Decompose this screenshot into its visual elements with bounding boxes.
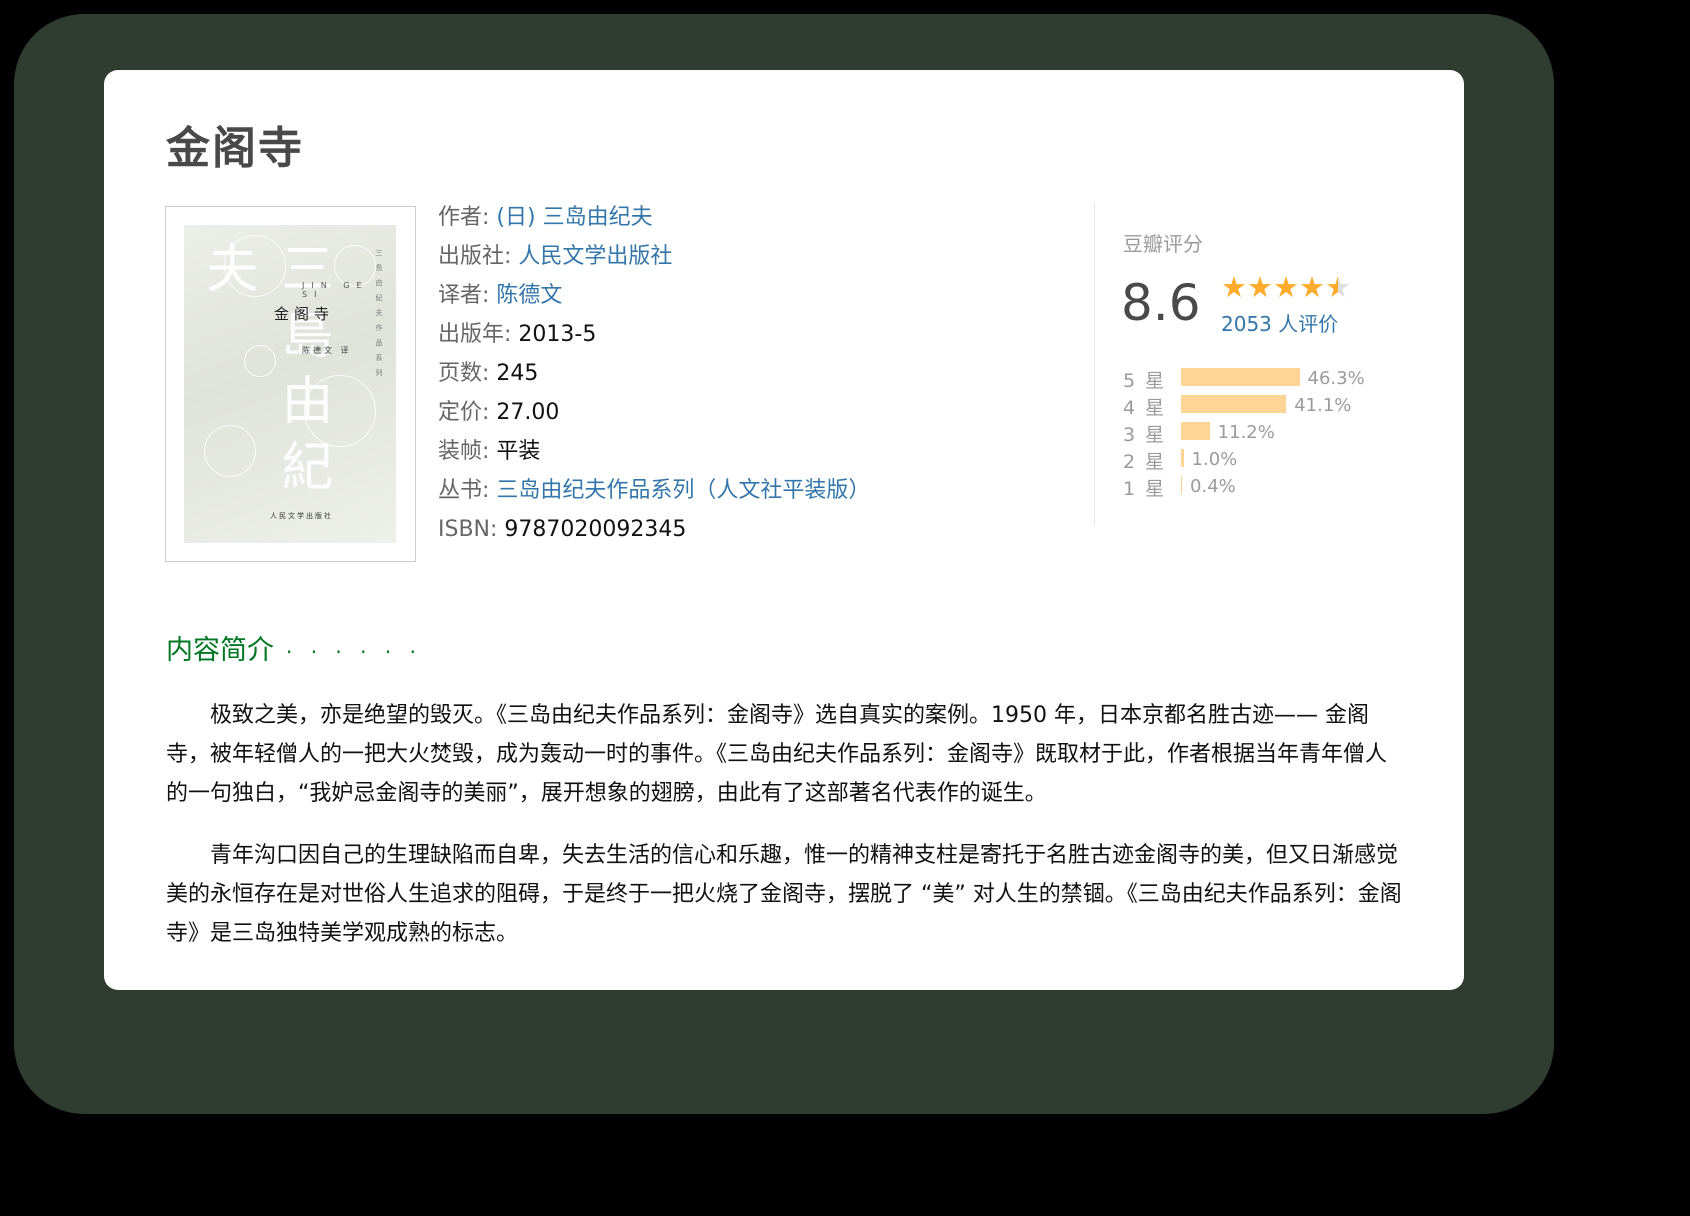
- publisher-label: 出版社:: [438, 244, 512, 269]
- rating-stars: ★★★★★: [1221, 272, 1351, 302]
- price-label: 定价:: [438, 400, 490, 425]
- intro-heading-dots: · · · · · ·: [286, 640, 422, 664]
- cover-series: 三島由紀夫作品系列: [375, 249, 383, 384]
- info-isbn: ISBN: 9787020092345: [438, 516, 870, 555]
- rating-bar-row: 2 星 1.0%: [1123, 445, 1403, 473]
- rating-title: 豆瓣评分: [1123, 232, 1203, 256]
- info-price: 定价: 27.00: [438, 399, 870, 438]
- pubyear-label: 出版年:: [438, 322, 512, 347]
- rating-bar-fill: [1181, 368, 1300, 386]
- price-value: 27.00: [496, 400, 560, 425]
- star-icon: ★: [1299, 270, 1325, 304]
- rating-score: 8.6: [1121, 274, 1201, 332]
- star-icon: ★: [1273, 270, 1299, 304]
- rating-bar-percent: 46.3%: [1307, 368, 1365, 389]
- rating-bar-row: 4 星 41.1%: [1123, 391, 1403, 419]
- series-label: 丛书:: [438, 478, 490, 503]
- translator-label: 译者:: [438, 283, 490, 308]
- isbn-label: ISBN:: [438, 517, 498, 542]
- rating-bar-label: 5 星: [1123, 370, 1167, 392]
- pages-label: 页数:: [438, 361, 490, 386]
- author-link[interactable]: (日) 三岛由纪夫: [496, 205, 652, 230]
- rating-bar-row: 1 星 0.4%: [1123, 472, 1403, 500]
- rating-bar-label: 4 星: [1123, 397, 1167, 419]
- translator-link[interactable]: 陈德文: [496, 283, 562, 308]
- rating-bar-fill: [1181, 422, 1210, 440]
- author-label: 作者:: [438, 205, 490, 230]
- rating-count-link[interactable]: 2053 人评价: [1221, 308, 1338, 337]
- book-cover[interactable]: 三島由紀夫 JIN GE SI 金阁寺 陈德文 译 三島由紀夫作品系列 人民文学…: [165, 206, 416, 562]
- cover-art: 三島由紀夫 JIN GE SI 金阁寺 陈德文 译 三島由紀夫作品系列 人民文学…: [184, 225, 396, 543]
- isbn-value: 9787020092345: [504, 517, 687, 542]
- info-pubyear: 出版年: 2013-5: [438, 321, 870, 360]
- rating-bar-fill: [1181, 395, 1287, 413]
- book-card: 金阁寺 三島由紀夫 JIN GE SI 金阁寺 陈德文 译 三島由紀夫作品系列 …: [104, 70, 1464, 990]
- pubyear-value: 2013-5: [518, 322, 597, 347]
- intro-paragraph: 极致之美，亦是绝望的毁灭。《三岛由纪夫作品系列：金阁寺》选自真实的案例。1950…: [166, 703, 1388, 806]
- rating-bar-label: 2 星: [1123, 451, 1167, 473]
- book-title: 金阁寺: [166, 123, 304, 174]
- rating-bar-percent: 0.4%: [1190, 476, 1236, 497]
- rating-bar-percent: 1.0%: [1191, 449, 1238, 470]
- info-binding: 装帧: 平装: [438, 438, 870, 477]
- rating-bar-fill: [1181, 449, 1184, 467]
- rating-bar-percent: 41.1%: [1294, 395, 1352, 416]
- cover-translator: 陈德文 译: [302, 346, 352, 355]
- rating-distribution: 5 星 46.3% 4 星 41.1% 3 星 11.2% 2 星 1.0% 1 星 0.4%: [1123, 364, 1403, 500]
- star-icon: ★: [1221, 270, 1247, 304]
- publisher-link[interactable]: 人民文学出版社: [518, 244, 672, 269]
- rating-bar-label: 3 星: [1123, 424, 1167, 446]
- info-translator: 译者: 陈德文: [438, 282, 870, 321]
- intro-paragraph: 青年沟口因自己的生理缺陷而自卑，失去生活的信心和乐趣，惟一的精神支柱是寄托于名胜…: [166, 843, 1402, 946]
- info-author: 作者: (日) 三岛由纪夫: [438, 204, 870, 243]
- binding-label: 装帧:: [438, 439, 490, 464]
- book-info: 作者: (日) 三岛由纪夫 出版社: 人民文学出版社 译者: 陈德文 出版年: …: [438, 204, 870, 555]
- info-publisher: 出版社: 人民文学出版社: [438, 243, 870, 282]
- rating-bar-fill: [1181, 476, 1183, 494]
- pages-value: 245: [496, 361, 539, 386]
- rating-panel: 豆瓣评分 8.6 ★★★★★ 2053 人评价 5 星 46.3% 4 星 41.1%…: [1094, 202, 1395, 526]
- cover-title: 金阁寺: [274, 305, 335, 323]
- intro-heading: 内容简介 · · · · · ·: [166, 628, 422, 667]
- rating-bar-row: 5 星 46.3%: [1123, 364, 1403, 392]
- star-icon: ★: [1247, 270, 1273, 304]
- cover-publisher: 人民文学出版社: [270, 512, 333, 520]
- intro-heading-text: 内容简介: [166, 635, 274, 666]
- rating-bar-row: 3 星 11.2%: [1123, 418, 1403, 446]
- series-link[interactable]: 三岛由纪夫作品系列（人文社平装版）: [496, 478, 870, 503]
- info-series: 丛书: 三岛由纪夫作品系列（人文社平装版）: [438, 477, 870, 516]
- rating-bar-label: 1 星: [1123, 478, 1167, 500]
- info-pages: 页数: 245: [438, 360, 870, 399]
- rating-bar-percent: 11.2%: [1217, 422, 1275, 443]
- star-icon: ★: [1325, 270, 1351, 304]
- binding-value: 平装: [496, 439, 541, 464]
